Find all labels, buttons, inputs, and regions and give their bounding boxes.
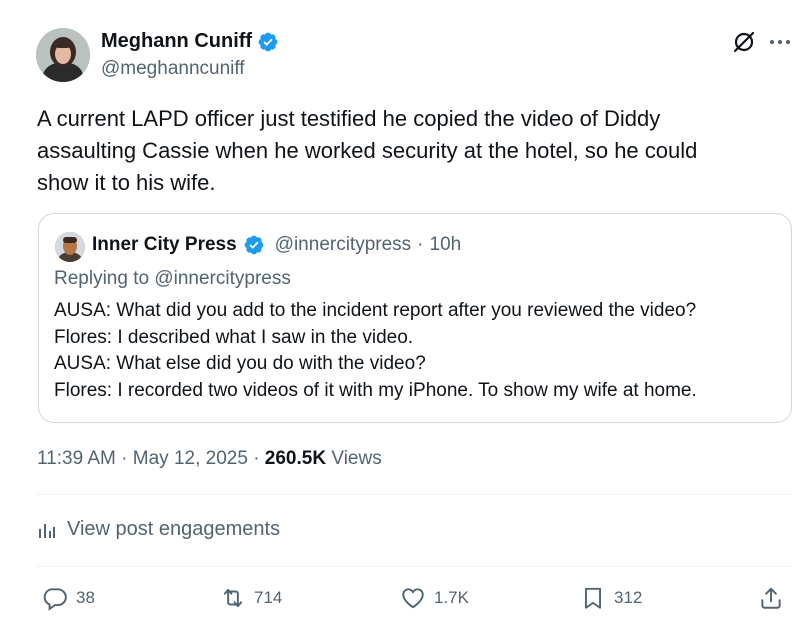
tweet-text: A current LAPD officer just testified he…: [37, 103, 777, 199]
heart-icon: [402, 588, 424, 609]
meta-separator: ·: [253, 448, 260, 469]
repost-count: 714: [254, 588, 283, 607]
bookmark-button[interactable]: 312: [580, 584, 642, 612]
quote-line: AUSA: What did you add to the incident r…: [54, 300, 697, 321]
quote-author-handle[interactable]: @innercitypress: [275, 234, 412, 256]
engagements-label[interactable]: View post engagements: [67, 518, 280, 541]
reply-count: 38: [76, 588, 95, 607]
quote-separator: ·: [417, 234, 424, 255]
quote-timestamp[interactable]: 10h: [430, 234, 462, 256]
divider: [37, 566, 792, 567]
quoted-post[interactable]: Inner City Press @innercitypress · 10h R…: [38, 213, 792, 423]
post-date[interactable]: May 12, 2025: [133, 448, 248, 469]
share-button[interactable]: [758, 584, 784, 612]
quote-line: Flores: I recorded two videos of it with…: [54, 379, 697, 401]
author-name-row[interactable]: Meghann Cuniff: [101, 30, 279, 53]
views-label: Views: [331, 448, 382, 469]
post-meta: 11:39 AM · May 12, 2025 · 260.5K Views: [37, 448, 382, 470]
share-icon: [761, 587, 781, 609]
bookmark-icon: [584, 587, 602, 609]
more-options-icon[interactable]: [768, 38, 792, 46]
like-count: 1.7K: [434, 588, 469, 607]
bookmark-count: 312: [614, 588, 643, 607]
avatar-photo-icon: [36, 28, 90, 82]
repost-button[interactable]: 714: [220, 584, 282, 612]
quote-replying-to: Replying to @innercitypress: [54, 268, 291, 289]
author-handle[interactable]: @meghanncuniff: [101, 58, 245, 80]
quote-author-name[interactable]: Inner City Press: [92, 234, 237, 256]
divider: [37, 494, 792, 495]
tweet-line: A current LAPD officer just testified he…: [37, 106, 661, 131]
post: Meghann Cuniff @meghanncuniff A current …: [0, 0, 812, 632]
verified-badge-icon[interactable]: [243, 234, 265, 256]
reply-button[interactable]: 38: [42, 584, 95, 612]
analytics-icon: [39, 523, 55, 538]
author-name[interactable]: Meghann Cuniff: [101, 30, 252, 53]
quote-header: Inner City Press @innercitypress · 10h: [92, 234, 461, 256]
like-button[interactable]: 1.7K: [400, 584, 469, 612]
grok-icon[interactable]: [732, 30, 756, 54]
quote-text: AUSA: What did you add to the incident r…: [54, 298, 784, 404]
repost-icon: [223, 588, 243, 608]
verified-badge-icon[interactable]: [257, 31, 279, 53]
quote-line: Flores: I described what I saw in the vi…: [54, 326, 414, 348]
tweet-line: assaulting Cassie when he worked securit…: [37, 138, 698, 163]
post-time[interactable]: 11:39 AM: [37, 448, 116, 469]
quote-line: AUSA: What else did you do with the vide…: [54, 353, 426, 374]
view-engagements-link[interactable]: View post engagements: [37, 518, 280, 541]
quote-avatar[interactable]: [55, 232, 85, 262]
views-count: 260.5K: [264, 448, 327, 469]
meta-separator: ·: [121, 448, 128, 469]
tweet-line: show it to his wife.: [37, 170, 216, 195]
quote-avatar-photo-icon: [55, 232, 85, 262]
reply-icon: [43, 588, 67, 611]
author-avatar[interactable]: [36, 28, 90, 82]
